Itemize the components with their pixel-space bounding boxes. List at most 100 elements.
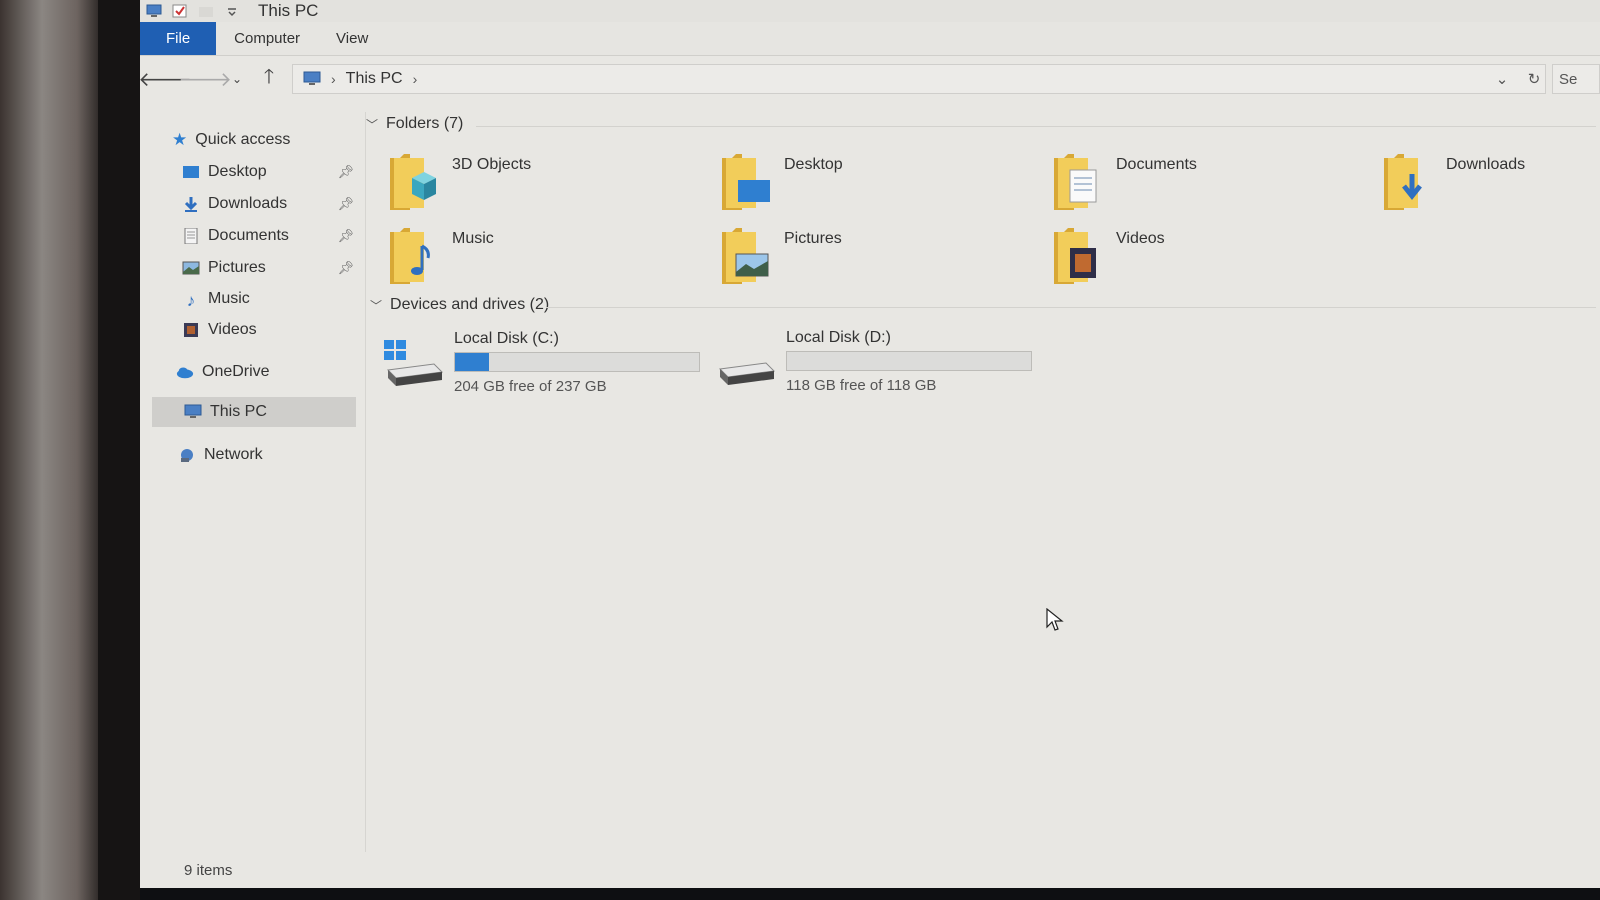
customize-quick-access-icon[interactable] <box>224 4 240 18</box>
nav-label: Desktop <box>208 163 267 180</box>
tab-computer[interactable]: Computer <box>216 22 318 55</box>
address-dropdown-icon[interactable]: ⌄ <box>1491 70 1513 88</box>
folder-tile-pictures[interactable]: Pictures <box>720 226 1040 290</box>
forward-button[interactable]: 🡒 <box>178 65 232 93</box>
windows-drive-icon <box>384 340 444 386</box>
downloads-folder-icon <box>1384 154 1422 210</box>
drive-usage-bar <box>786 351 1032 371</box>
nav-item-desktop[interactable]: Desktop 📌︎ <box>182 157 354 187</box>
status-bar: 9 items <box>140 852 1600 888</box>
folders-group-header[interactable]: ﹀ Folders (7) <box>366 115 463 133</box>
nav-item-music[interactable]: ♪ Music <box>182 284 354 314</box>
folder-name: Pictures <box>784 230 842 247</box>
videos-folder-icon <box>1054 228 1096 284</box>
pictures-folder-icon <box>722 228 769 284</box>
group-divider <box>476 126 1596 127</box>
nav-label: Music <box>208 290 250 307</box>
folder-name: Music <box>452 230 494 247</box>
mouse-cursor-icon <box>1046 608 1064 631</box>
group-title: Folders (7) <box>386 115 464 132</box>
videos-icon <box>184 323 198 337</box>
folder-tile-documents[interactable]: Documents <box>1052 152 1372 216</box>
folder-tile-3d-objects[interactable]: 3D Objects <box>388 152 708 216</box>
address-bar[interactable]: › This PC › ⌄ ↻ <box>292 64 1546 94</box>
desktop-icon <box>183 166 199 178</box>
drive-free-space: 204 GB free of 237 GB <box>454 378 607 395</box>
properties-icon[interactable] <box>172 4 188 18</box>
drive-icon <box>718 362 776 385</box>
chevron-down-icon[interactable]: ﹀ <box>366 116 378 133</box>
drive-usage-bar <box>454 352 700 372</box>
music-folder-icon <box>390 228 430 284</box>
back-button[interactable]: 🡐 <box>140 65 192 93</box>
documents-folder-icon <box>1054 154 1097 210</box>
nav-item-pictures[interactable]: Pictures 📌︎ <box>182 253 354 283</box>
tab-file[interactable]: File <box>140 22 217 55</box>
taskbar <box>140 888 1600 900</box>
nav-label: Documents <box>208 227 289 244</box>
window-title: This PC <box>258 1 319 20</box>
nav-label: Network <box>204 446 263 463</box>
downloads-icon <box>184 197 198 212</box>
pin-icon[interactable]: 📌︎ <box>337 164 354 180</box>
drive-tile-d[interactable]: Local Disk (D:) 118 GB free of 118 GB <box>716 329 1046 399</box>
item-count: 9 items <box>184 861 233 879</box>
refresh-icon[interactable]: ↻ <box>1523 70 1545 88</box>
onedrive-icon <box>176 367 194 379</box>
up-button[interactable]: 🡑 <box>252 65 286 93</box>
this-pc-icon <box>184 404 202 418</box>
nav-label: Pictures <box>208 259 266 276</box>
drive-name: Local Disk (C:) <box>454 330 559 347</box>
nav-quick-access[interactable]: ★ Quick access <box>172 125 374 155</box>
search-input[interactable]: Se <box>1552 64 1600 94</box>
folder-tile-videos[interactable]: Videos <box>1052 226 1372 290</box>
nav-label: OneDrive <box>202 363 270 380</box>
folder-name: Documents <box>1116 156 1197 173</box>
folder-tile-downloads[interactable]: Downloads <box>1382 152 1600 216</box>
drive-name: Local Disk (D:) <box>786 329 891 346</box>
folder-name: 3D Objects <box>452 156 532 173</box>
nav-onedrive[interactable]: OneDrive <box>176 357 354 387</box>
drive-tile-c[interactable]: Local Disk (C:) 204 GB free of 237 GB <box>384 330 714 400</box>
drive-free-space: 118 GB free of 118 GB <box>786 377 937 394</box>
documents-icon <box>184 228 198 244</box>
chevron-down-icon[interactable]: ﹀ <box>370 297 382 314</box>
breadcrumb-this-pc[interactable]: This PC <box>346 70 403 88</box>
star-icon: ★ <box>172 130 188 149</box>
this-pc-icon[interactable] <box>146 4 162 18</box>
pin-icon[interactable]: 📌︎ <box>337 228 354 244</box>
nav-item-documents[interactable]: Documents 📌︎ <box>182 221 354 251</box>
folder-tile-music[interactable]: Music <box>388 226 708 290</box>
new-folder-icon[interactable] <box>198 4 214 18</box>
content-pane: ﹀ Folders (7) 3D Objects Desktop Documen… <box>366 112 1600 852</box>
nav-item-videos[interactable]: Videos <box>182 315 354 345</box>
title-bar: This PC <box>140 0 1600 22</box>
nav-this-pc[interactable]: This PC <box>152 397 356 427</box>
file-explorer-window: This PC File Computer View 🡐 🡒 ⌄ 🡑 › Thi… <box>140 0 1600 888</box>
drive-usage-fill <box>455 353 490 371</box>
group-divider <box>546 307 1596 308</box>
drives-group-header[interactable]: ﹀ Devices and drives (2) <box>370 296 549 314</box>
navigation-pane: ★ Quick access Desktop 📌︎ Downloads 📌︎ D… <box>140 112 366 852</box>
group-title: Devices and drives (2) <box>390 296 550 313</box>
pin-icon[interactable]: 📌︎ <box>337 260 354 276</box>
this-pc-icon <box>303 71 321 85</box>
pictures-icon <box>182 261 200 275</box>
nav-item-downloads[interactable]: Downloads 📌︎ <box>182 189 354 219</box>
nav-label: Videos <box>208 321 257 338</box>
breadcrumb-separator-icon[interactable]: › <box>331 71 336 87</box>
address-row: 🡐 🡒 ⌄ 🡑 › This PC › ⌄ ↻ Se <box>140 56 1600 102</box>
recent-locations-button[interactable]: ⌄ <box>228 65 246 93</box>
ribbon-tabs: File Computer View <box>140 22 1600 56</box>
breadcrumb-separator-icon[interactable]: › <box>413 71 418 87</box>
pin-icon[interactable]: 📌︎ <box>337 196 354 212</box>
nav-label: This PC <box>210 403 267 420</box>
nav-label: Downloads <box>208 195 288 212</box>
folder-tile-desktop[interactable]: Desktop <box>720 152 1040 216</box>
nav-network[interactable]: Network <box>178 440 354 470</box>
nav-label: Quick access <box>195 131 291 148</box>
monitor-bezel <box>98 0 140 900</box>
folder-name: Downloads <box>1446 156 1526 173</box>
tab-view[interactable]: View <box>318 22 386 55</box>
folder-name: Videos <box>1116 230 1165 247</box>
